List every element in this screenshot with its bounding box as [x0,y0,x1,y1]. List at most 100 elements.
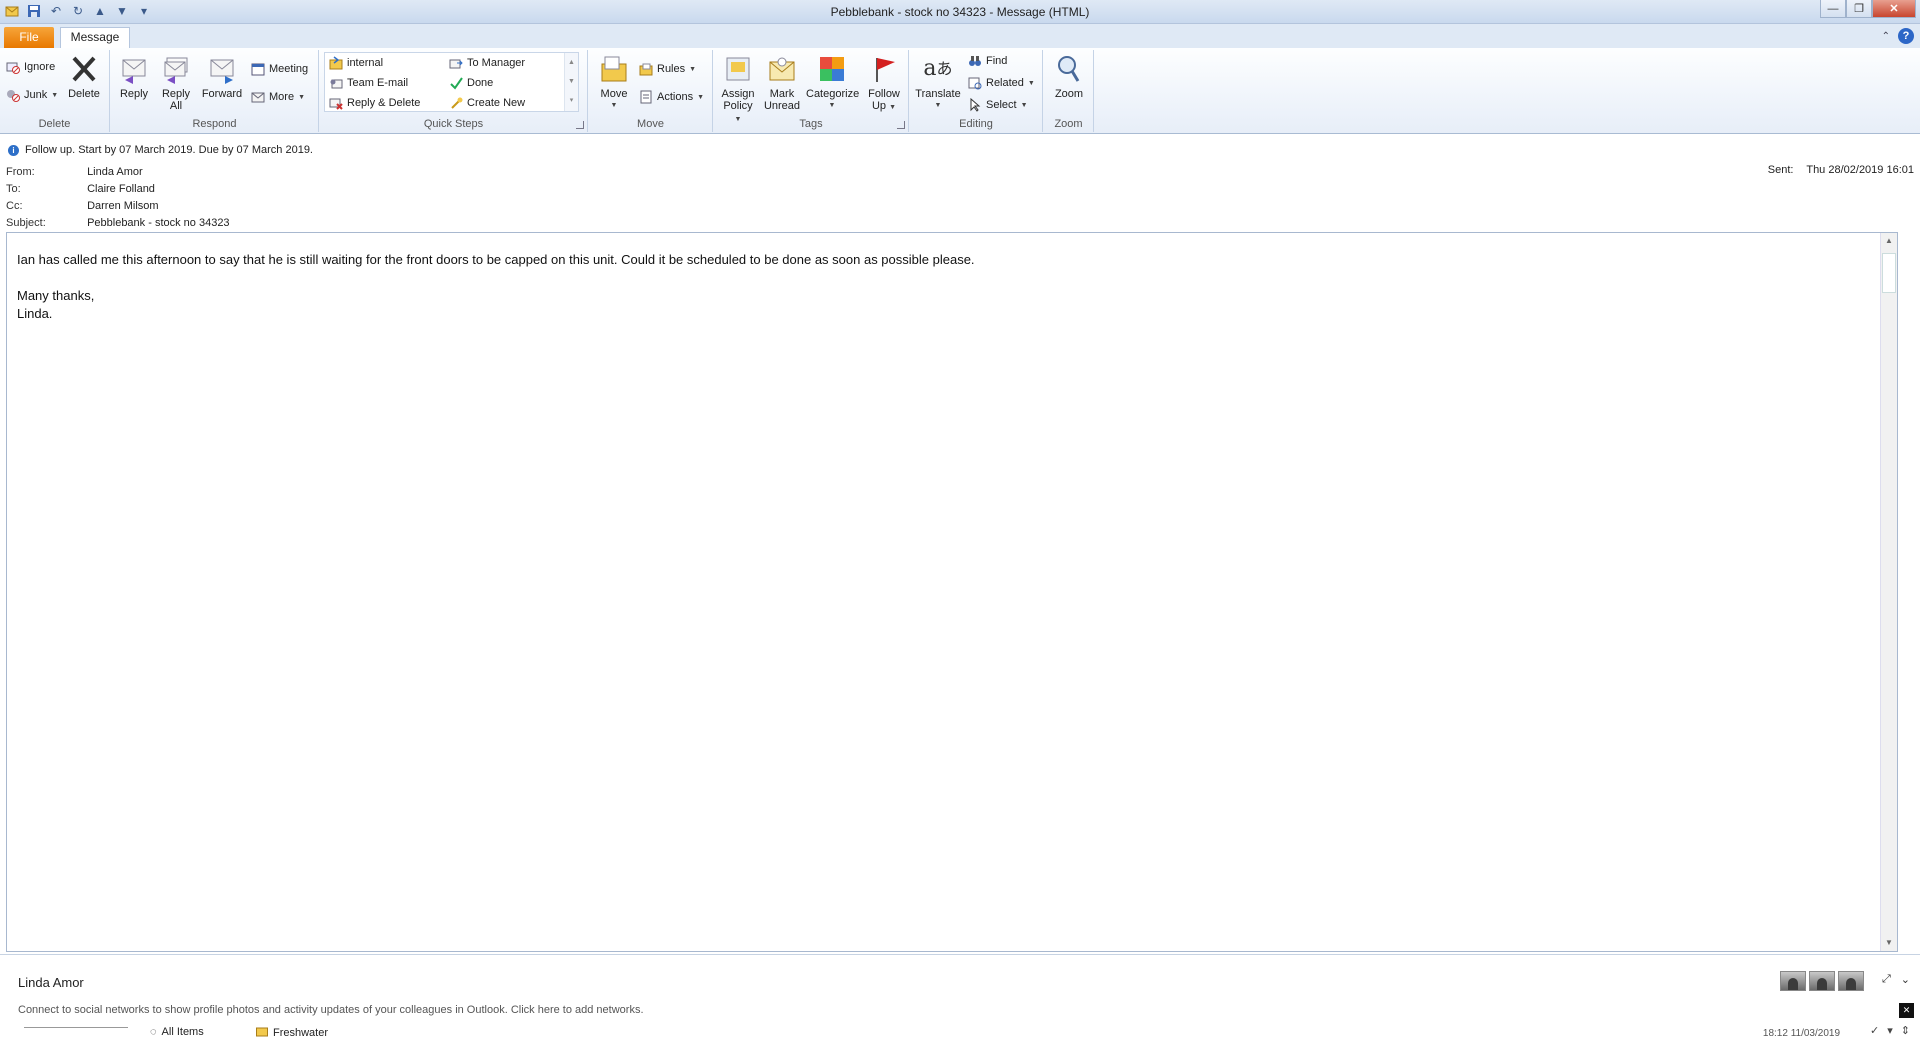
create-new-icon [449,96,463,110]
all-items-tab[interactable]: ◌ All Items [150,1026,204,1038]
restore-icon[interactable]: ❐ [1846,0,1872,18]
ribbon-tabs: File Message ⌃ ? [0,24,1920,48]
from-value[interactable]: Linda Amor [87,166,143,178]
divider [24,1027,128,1028]
junk-button[interactable]: Junk ▼ [6,86,58,104]
expand-gallery-icon[interactable]: ▾ [565,91,578,110]
info-icon: i [8,144,19,156]
tab-message[interactable]: Message [60,27,130,48]
reply-all-button[interactable]: Reply All [159,54,193,112]
quick-step-internal[interactable]: internal [329,54,383,72]
close-people-pane-icon[interactable]: ✕ [1899,1003,1914,1018]
ignore-button[interactable]: Ignore [6,58,55,76]
close-icon[interactable]: ✕ [1872,0,1916,18]
avatar[interactable] [1809,971,1835,991]
social-networks-link[interactable]: Connect to social networks to show profi… [18,1004,644,1016]
chevron-down-icon[interactable]: ▾ [1887,1024,1893,1037]
quick-step-done[interactable]: Done [449,74,493,92]
tags-group: Assign Policy ▼ Mark Unread Categorize ▼… [714,50,909,132]
follow-up-flag-icon [868,54,900,84]
move-to-folder-icon [329,56,343,70]
zoom-group-label: Zoom [1054,118,1083,130]
message-body[interactable]: Ian has called me this afternoon to say … [17,251,975,323]
translate-button[interactable]: aあ Translate ▼ [914,54,962,112]
more-respond-button[interactable]: More ▼ [251,88,305,106]
related-button[interactable]: Related ▼ [968,74,1035,92]
delete-icon [68,54,100,84]
quick-steps-group: internal Team E-mail Reply & Delete To M… [320,50,588,132]
sent-value: Thu 28/02/2019 16:01 [1806,164,1914,176]
window-controls: — ❐ ✕ [1820,0,1916,18]
to-value[interactable]: Claire Folland [87,183,155,195]
window-title: Pebblebank - stock no 34323 - Message (H… [830,5,1090,19]
actions-button[interactable]: Actions ▼ [639,88,704,106]
cc-label: Cc: [6,200,23,212]
minimize-icon[interactable]: — [1820,0,1846,18]
forward-icon [206,54,238,84]
quick-step-to-manager[interactable]: To Manager [449,54,525,72]
dialog-launcher-icon[interactable] [576,121,584,129]
sent-label: Sent: [1767,164,1794,176]
scroll-up-icon[interactable]: ▲ [1881,233,1897,249]
ignore-icon [6,60,20,74]
zoom-group: Zoom Zoom [1044,50,1094,132]
dialog-launcher-icon[interactable] [897,121,905,129]
checkmark-icon[interactable]: ✓ [1870,1024,1879,1037]
folder-icon [256,1026,268,1040]
calendar-icon [251,62,265,76]
help-icon[interactable]: ? [1898,28,1914,44]
reply-all-icon [160,54,192,84]
quick-step-reply-delete[interactable]: Reply & Delete [329,94,420,112]
contact-photos [1780,971,1864,991]
checkmark-icon [449,76,463,90]
minimize-ribbon-icon[interactable]: ⌃ [1882,31,1890,42]
body-signoff: Many thanks, [17,288,95,303]
chevron-down-icon: ▼ [689,65,697,73]
editing-group-label: Editing [959,118,993,130]
scroll-down-icon[interactable]: ▼ [1881,935,1897,951]
message-body-pane[interactable]: Ian has called me this afternoon to say … [6,232,1898,952]
find-button[interactable]: Find [968,52,1007,70]
cc-row: Cc: Darren Milsom [6,200,159,212]
delete-button[interactable]: Delete [66,54,102,100]
subject-row: Subject: Pebblebank - stock no 34323 [6,217,230,229]
mark-unread-button[interactable]: Mark Unread [762,54,802,112]
expand-icon[interactable]: ⤢ [1882,973,1891,986]
vertical-scrollbar[interactable]: ▲ ▼ [1880,233,1897,951]
chevron-down-icon: ▼ [298,93,305,101]
quick-steps-gallery: internal Team E-mail Reply & Delete To M… [324,52,579,112]
quick-step-create-new[interactable]: Create New [449,94,525,112]
categorize-button[interactable]: Categorize ▼ [806,54,859,112]
reply-button[interactable]: Reply [117,54,151,100]
avatar[interactable] [1838,971,1864,991]
chevron-down-icon: ▼ [889,104,897,111]
select-button[interactable]: Select ▼ [968,96,1028,114]
chevron-down-icon[interactable]: ⌄ [1901,973,1910,986]
all-items-icon: ◌ [150,1026,157,1038]
cc-value[interactable]: Darren Milsom [87,200,159,212]
scroll-arrows-icon[interactable]: ⇕ [1901,1024,1910,1037]
tab-file[interactable]: File [4,27,54,48]
editing-group: aあ Translate ▼ Find Related ▼ Select ▼ E… [910,50,1043,132]
scroll-thumb[interactable] [1882,253,1896,293]
freshwater-item[interactable]: Freshwater [256,1026,328,1040]
avatar[interactable] [1780,971,1806,991]
rules-button[interactable]: Rules ▼ [639,60,696,78]
quick-steps-scroll[interactable]: ▲ ▼ ▾ [564,53,578,111]
meeting-button[interactable]: Meeting [251,60,308,78]
follow-up-button[interactable]: Follow Up ▼ [864,54,904,114]
zoom-button[interactable]: Zoom [1050,54,1088,100]
forward-button[interactable]: Forward [200,54,244,100]
scroll-up-icon[interactable]: ▲ [565,53,578,72]
chevron-down-icon: ▼ [610,102,618,109]
people-pane-name[interactable]: Linda Amor [18,975,84,990]
move-button[interactable]: Move ▼ [597,54,631,112]
assign-policy-button[interactable]: Assign Policy ▼ [720,54,756,126]
move-group: Move ▼ Rules ▼ Actions ▼ Move [589,50,713,132]
follow-up-infobar[interactable]: i Follow up. Start by 07 March 2019. Due… [8,144,313,156]
quick-steps-group-label: Quick Steps [423,118,484,130]
scroll-down-icon[interactable]: ▼ [565,72,578,91]
chevron-down-icon: ▼ [1027,79,1035,87]
move-group-label: Move [637,118,664,130]
quick-step-team-email[interactable]: Team E-mail [329,74,408,92]
